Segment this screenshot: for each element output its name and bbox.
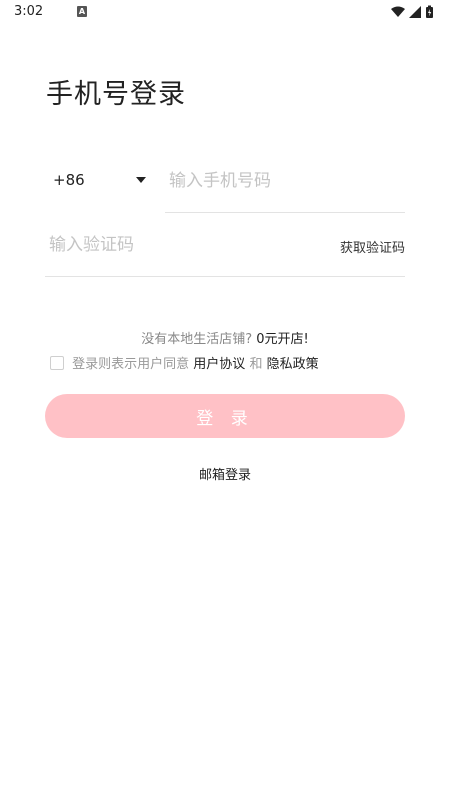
page-title: 手机号登录 (46, 79, 186, 110)
email-login-link[interactable]: 邮箱登录 (0, 464, 450, 483)
promo-text: 没有本地生活店铺? (141, 332, 253, 347)
login-button[interactable]: 登 录 (45, 394, 405, 438)
open-store-link[interactable]: 0元开店! (256, 332, 308, 347)
agreement-and: 和 (249, 357, 263, 372)
wifi-icon (391, 6, 405, 17)
app-notification-icon: A (77, 6, 87, 17)
country-code-selector[interactable]: +86 (53, 171, 85, 189)
store-promo: 没有本地生活店铺? 0元开店! (0, 328, 450, 347)
get-code-button[interactable]: 获取验证码 (340, 237, 405, 256)
phone-number-input[interactable] (165, 164, 413, 198)
verification-code-input[interactable] (45, 228, 313, 262)
dropdown-arrow-icon[interactable] (136, 177, 146, 183)
status-bar: 3:02 A (0, 0, 450, 24)
code-input-divider (45, 276, 405, 277)
privacy-policy-link[interactable]: 隐私政策 (267, 357, 319, 372)
agreement-prefix: 登录则表示用户同意 (72, 357, 190, 372)
agreement-checkbox[interactable] (50, 356, 64, 370)
signal-icon (409, 6, 421, 18)
user-agreement-link[interactable]: 用户协议 (193, 357, 245, 372)
battery-charging-icon (426, 5, 433, 18)
phone-input-divider (165, 212, 405, 213)
status-time: 3:02 (14, 4, 44, 19)
agreement-row: 登录则表示用户同意 用户协议 和 隐私政策 (50, 353, 319, 372)
status-icons (390, 5, 438, 19)
